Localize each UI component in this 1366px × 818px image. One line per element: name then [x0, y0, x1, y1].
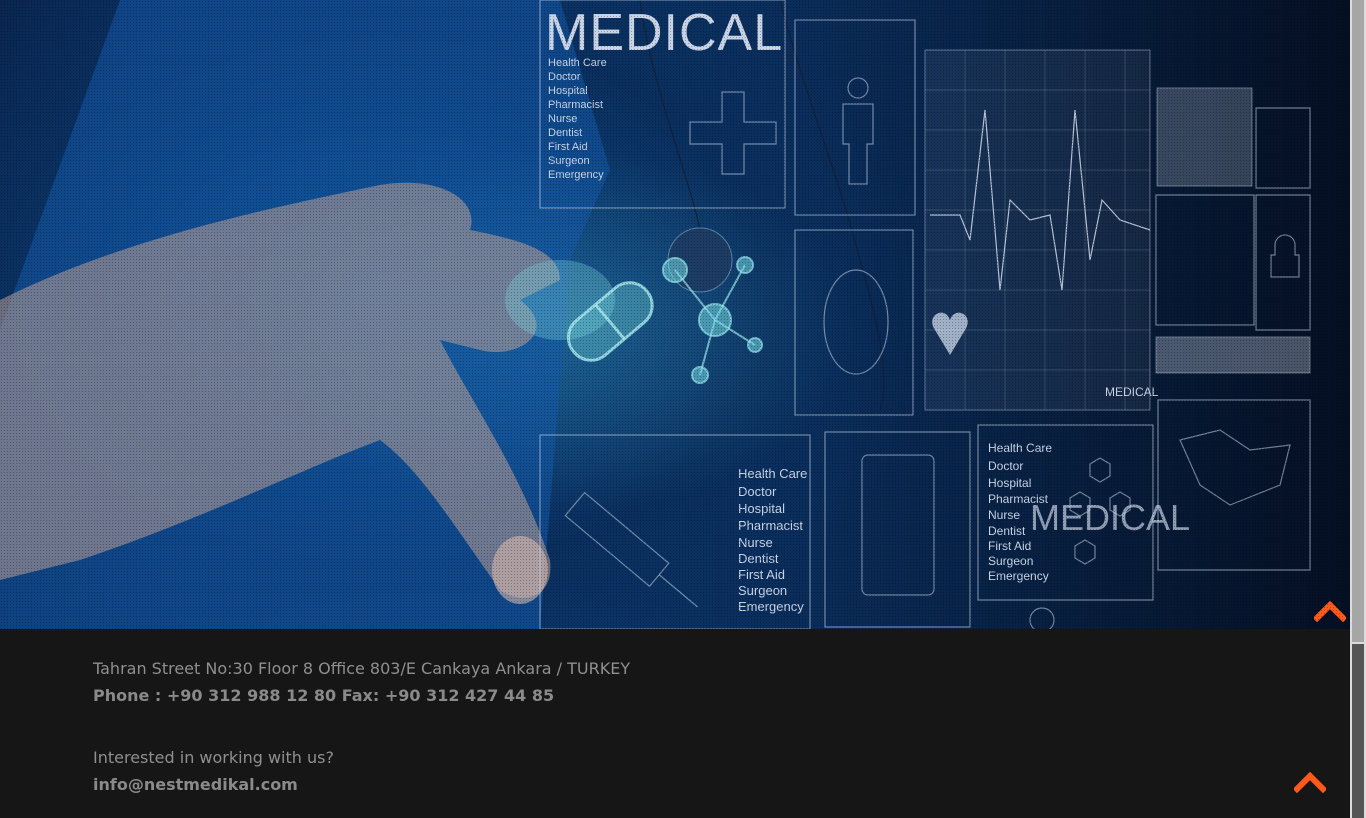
svg-text:Nurse: Nurse — [548, 113, 577, 125]
svg-text:Emergency: Emergency — [738, 599, 804, 614]
svg-text:Pharmacist: Pharmacist — [548, 99, 603, 111]
svg-text:Surgeon: Surgeon — [548, 155, 590, 167]
svg-text:Nurse: Nurse — [988, 508, 1020, 522]
back-to-top-button-upper[interactable] — [1314, 598, 1346, 622]
hero-image: MEDICAL Health Care Doctor Hospital Pharma… — [0, 0, 1350, 629]
chevron-up-icon — [1292, 771, 1328, 794]
svg-text:Dentist: Dentist — [548, 127, 582, 139]
hero-title-medical: MEDICAL — [545, 4, 783, 62]
footer-career-prompt: Interested in working with us? — [93, 748, 334, 767]
hero-ecg-label: MEDICAL — [1105, 385, 1159, 399]
svg-text:Doctor: Doctor — [738, 484, 777, 499]
svg-text:First Aid: First Aid — [738, 567, 785, 582]
footer-email-link[interactable]: info@nestmedikal.com — [93, 775, 298, 794]
footer-phone-fax: Phone : +90 312 988 12 80 Fax: +90 312 4… — [93, 686, 555, 705]
footer-address: Tahran Street No:30 Floor 8 Office 803/E… — [93, 659, 631, 678]
medical-illustration: MEDICAL Health Care Doctor Hospital Pharma… — [0, 0, 1311, 629]
svg-text:Hospital: Hospital — [548, 85, 588, 97]
back-to-top-button[interactable] — [1292, 769, 1328, 794]
site-footer: Tahran Street No:30 Floor 8 Office 803/E… — [0, 629, 1350, 818]
svg-text:Health Care: Health Care — [738, 466, 807, 481]
svg-text:Health Care: Health Care — [988, 441, 1052, 455]
svg-text:Hospital: Hospital — [738, 501, 785, 516]
svg-text:Emergency: Emergency — [548, 169, 604, 181]
svg-text:Dentist: Dentist — [988, 524, 1026, 538]
chevron-up-icon — [1314, 600, 1346, 622]
svg-text:First Aid: First Aid — [548, 141, 588, 153]
page-scrollbar[interactable] — [1350, 0, 1366, 818]
svg-text:Pharmacist: Pharmacist — [738, 518, 803, 533]
scrollbar-thumb[interactable] — [1352, 0, 1364, 818]
svg-text:Health Care: Health Care — [548, 57, 607, 69]
svg-text:Doctor: Doctor — [988, 459, 1023, 473]
svg-text:Hospital: Hospital — [988, 476, 1031, 490]
svg-text:First Aid: First Aid — [988, 539, 1031, 553]
svg-text:Surgeon: Surgeon — [988, 554, 1033, 568]
svg-text:Dentist: Dentist — [738, 551, 779, 566]
svg-text:Doctor: Doctor — [548, 71, 581, 83]
svg-text:Emergency: Emergency — [988, 569, 1049, 583]
svg-text:Nurse: Nurse — [738, 535, 773, 550]
svg-text:Surgeon: Surgeon — [738, 583, 787, 598]
